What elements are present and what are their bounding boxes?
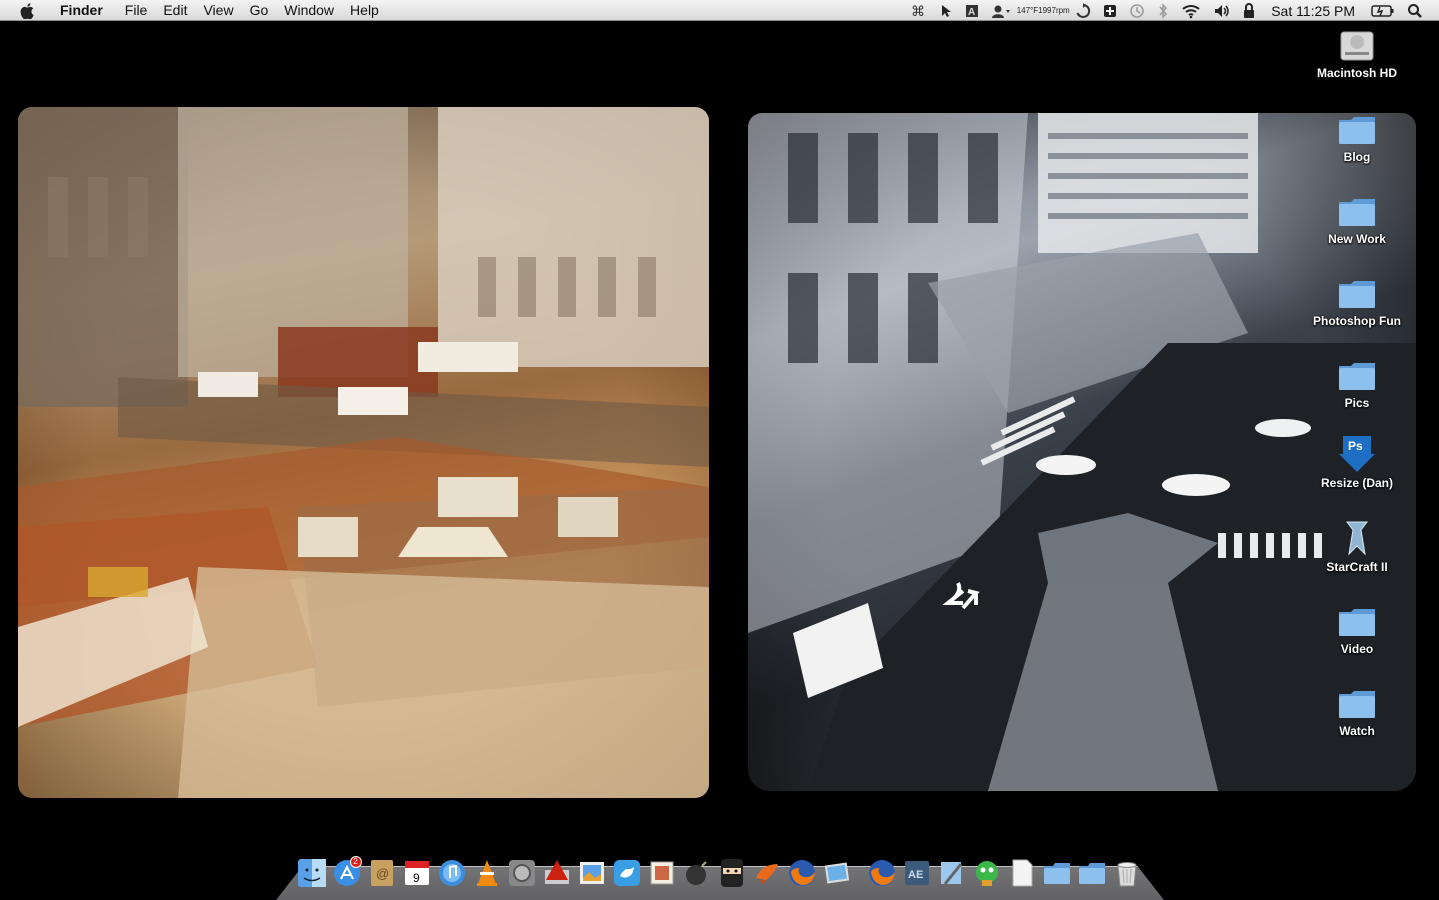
iphoto-icon[interactable] — [820, 856, 854, 890]
system-preferences-icon[interactable] — [505, 856, 539, 890]
hard-drive-icon — [1333, 28, 1381, 62]
desktop-icon-macintosh-hd[interactable]: Macintosh HD — [1307, 28, 1407, 80]
finder-icon[interactable] — [295, 856, 329, 890]
starcraft-icon — [1333, 521, 1381, 556]
battery-icon[interactable] — [1371, 0, 1395, 21]
photoshop-droplet-icon: Ps — [1333, 436, 1381, 472]
desktop-icon-resize-dan[interactable]: Ps Resize (Dan) — [1307, 436, 1407, 490]
adobe-icon[interactable]: A — [965, 0, 979, 21]
calendar-day-text: 9 — [413, 871, 420, 885]
svg-text:A: A — [968, 7, 975, 18]
after-effects-label: AE — [908, 869, 923, 881]
firefox-icon[interactable] — [785, 856, 819, 890]
desktop-icon-label: Photoshop Fun — [1313, 314, 1401, 328]
menu-file[interactable]: File — [117, 0, 156, 21]
folder-icon — [1333, 194, 1381, 228]
apple-menu-icon[interactable] — [16, 2, 38, 19]
itunes-icon[interactable] — [435, 856, 469, 890]
desktop-icon-photoshop-fun[interactable]: Photoshop Fun — [1307, 276, 1407, 328]
app-store-badge: 2 — [349, 856, 362, 868]
ninja-icon[interactable] — [715, 856, 749, 890]
wallpaper-photo-left — [18, 107, 709, 798]
desktop-icon-starcraft-ii[interactable]: StarCraft II — [1307, 521, 1407, 574]
document-icon[interactable] — [1005, 856, 1039, 890]
adium-icon[interactable] — [970, 856, 1004, 890]
vlc-icon[interactable] — [470, 856, 504, 890]
bomb-icon[interactable] — [680, 856, 714, 890]
sparrow-icon[interactable] — [750, 856, 784, 890]
after-effects-icon[interactable]: AE — [900, 856, 934, 890]
desktop-icon-label: Video — [1340, 642, 1374, 656]
cursor-icon[interactable] — [939, 0, 953, 21]
desktop-icon-label: Pics — [1344, 396, 1370, 410]
menu-bar: Finder File Edit View Go Window Help ⌘ A… — [0, 0, 1439, 21]
temperature-readout[interactable]: 147°F 1997rpm — [1017, 0, 1070, 21]
desktop-icon-video[interactable]: Video — [1307, 604, 1407, 656]
stamps-icon[interactable] — [645, 856, 679, 890]
desktop-icon-pics[interactable]: Pics — [1307, 358, 1407, 410]
spotlight-search-icon[interactable] — [1407, 0, 1423, 21]
lock-icon[interactable] — [1243, 0, 1255, 21]
bluetooth-icon[interactable] — [1157, 0, 1169, 21]
preview-icon[interactable] — [575, 856, 609, 890]
address-book-icon[interactable]: @ — [365, 856, 399, 890]
ical-icon[interactable]: 9 — [400, 856, 434, 890]
desktop-icon-watch[interactable]: Watch — [1307, 686, 1407, 738]
menu-go[interactable]: Go — [242, 0, 277, 21]
desktop-icon-blog[interactable]: Blog — [1307, 112, 1407, 164]
desktop-icon-label: New Work — [1328, 232, 1386, 246]
desktop-icon-label: Watch — [1339, 724, 1375, 738]
sync-icon[interactable] — [1075, 0, 1091, 21]
folder-icon — [1333, 686, 1381, 720]
trash-icon[interactable] — [1110, 856, 1144, 890]
fan-speed-value: 1997rpm — [1038, 6, 1070, 15]
folder-icon[interactable] — [1075, 856, 1109, 890]
svg-text:⌘: ⌘ — [911, 4, 925, 18]
wifi-icon[interactable] — [1181, 0, 1201, 21]
volume-icon[interactable] — [1213, 0, 1231, 21]
folder-icon — [1333, 604, 1381, 638]
user-icon[interactable] — [991, 0, 1011, 21]
dock: 2 @ 9 AE — [294, 852, 1144, 890]
desktop-icon-label: Resize (Dan) — [1320, 476, 1394, 490]
svg-text:@: @ — [376, 866, 389, 881]
menu-finder[interactable]: Finder — [52, 0, 111, 21]
app-store-icon[interactable]: 2 — [330, 856, 364, 890]
flash-icon[interactable] — [540, 856, 574, 890]
menu-window[interactable]: Window — [276, 0, 342, 21]
droplet-badge-text: Ps — [1348, 439, 1363, 453]
firefox-icon[interactable] — [865, 856, 899, 890]
desktop-icon-label: Macintosh HD — [1316, 66, 1397, 80]
menu-view[interactable]: View — [195, 0, 241, 21]
time-machine-icon[interactable] — [1129, 0, 1145, 21]
folder-icon — [1333, 276, 1381, 310]
dropbox-icon[interactable] — [1103, 0, 1117, 21]
temperature-value: 147°F — [1016, 6, 1039, 15]
command-key-icon[interactable]: ⌘ — [911, 0, 927, 21]
desktop-icon-label: Blog — [1343, 150, 1371, 164]
menu-edit[interactable]: Edit — [155, 0, 195, 21]
desktop-icon-label: StarCraft II — [1326, 560, 1388, 574]
desktop-icon-new-work[interactable]: New Work — [1307, 194, 1407, 246]
xcode-icon[interactable] — [935, 856, 969, 890]
menu-clock[interactable]: Sat 11:25 PM — [1271, 3, 1355, 19]
twitter-icon[interactable] — [610, 856, 644, 890]
folder-icon — [1333, 112, 1381, 146]
folder-icon[interactable] — [1040, 856, 1074, 890]
folder-icon — [1333, 358, 1381, 392]
menu-help[interactable]: Help — [342, 0, 387, 21]
